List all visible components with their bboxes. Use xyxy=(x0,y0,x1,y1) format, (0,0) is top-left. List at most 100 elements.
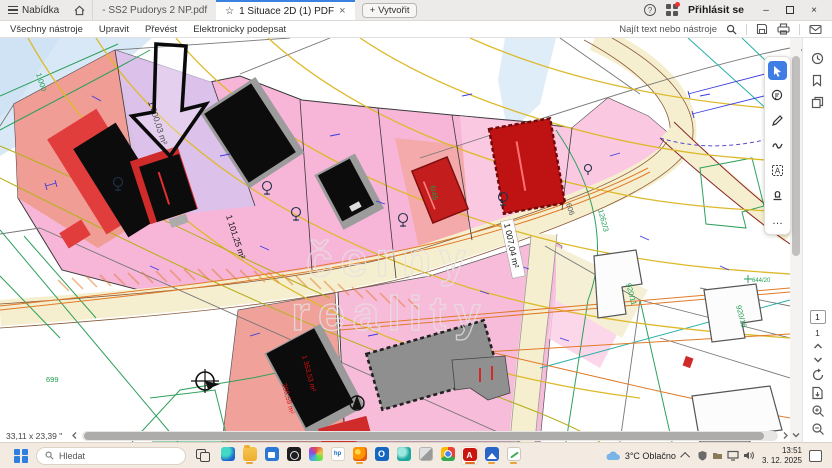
pages-icon[interactable] xyxy=(811,96,824,109)
taskbar-app-chrome[interactable] xyxy=(439,446,456,465)
horizontal-scrollbar-track[interactable] xyxy=(82,431,778,441)
clock[interactable]: 13:51 3. 12. 2025 xyxy=(762,446,802,464)
taskbar-app-outlook[interactable]: O xyxy=(373,446,390,465)
taskbar-app-firefox[interactable] xyxy=(351,446,368,465)
tab-situace-active[interactable]: ☆ 1 Situace 2D (1) PDF × xyxy=(216,0,354,20)
quick-tools-palette: A … xyxy=(764,56,791,235)
convert-menu[interactable]: Převést xyxy=(145,24,177,35)
create-button[interactable]: + Vytvořit xyxy=(362,3,418,18)
help-button[interactable]: ? xyxy=(644,4,656,16)
cursor-icon xyxy=(772,65,783,77)
export-page-icon[interactable] xyxy=(811,386,824,400)
mail-share-icon[interactable] xyxy=(809,24,822,35)
hamburger-icon xyxy=(8,6,18,14)
stamp-tool-button[interactable] xyxy=(768,186,787,205)
menu-button[interactable]: Nabídka xyxy=(0,0,67,20)
more-tools-button[interactable]: … xyxy=(768,211,787,230)
window-maximize-button[interactable] xyxy=(778,0,802,20)
select-tool-button[interactable] xyxy=(768,61,787,80)
taskbar-app-pen[interactable] xyxy=(505,446,522,465)
next-page-icon[interactable] xyxy=(812,355,824,364)
tray-expand-icon[interactable] xyxy=(680,452,690,462)
taskbar-app-dark[interactable] xyxy=(285,446,302,465)
star-icon[interactable]: ☆ xyxy=(225,6,234,17)
pen-app-icon xyxy=(507,447,521,461)
tab-label: - SS2 Pudorys 2 NP.pdf xyxy=(102,5,207,16)
vertical-scrollbar-thumb[interactable] xyxy=(792,56,800,256)
print-icon[interactable] xyxy=(777,23,790,35)
bookmark-icon[interactable] xyxy=(811,74,823,87)
taskbar-app-explorer[interactable] xyxy=(241,446,258,465)
notification-center-icon[interactable] xyxy=(809,450,822,462)
weather-widget[interactable]: 3°C Oblačno xyxy=(605,450,676,461)
taskbar-app-hp[interactable]: hp xyxy=(329,446,346,465)
tab-close-icon[interactable]: × xyxy=(339,5,345,17)
taskbar-app-colorful[interactable] xyxy=(307,446,324,465)
zoom-in-icon[interactable] xyxy=(811,404,825,418)
text-box-tool-button[interactable]: A xyxy=(768,161,787,180)
find-label[interactable]: Najít text nebo nástroje xyxy=(619,24,717,35)
previous-page-icon[interactable] xyxy=(812,342,824,351)
store-icon xyxy=(265,447,279,461)
tray-folder-icon[interactable] xyxy=(712,450,723,461)
create-label: Vytvořit xyxy=(378,5,409,16)
time-label: 13:51 xyxy=(762,446,802,455)
taskbar-app-edge[interactable] xyxy=(219,446,236,465)
tray-shield-icon[interactable] xyxy=(697,450,708,461)
svg-text:reality: reality xyxy=(291,288,488,341)
windows-taskbar: Hledat hp O A 3°C Oblačno 13:51 3. xyxy=(0,442,832,468)
page-size-label: 33,11 x 23,39 " xyxy=(0,431,68,441)
home-icon xyxy=(74,5,85,16)
search-icon xyxy=(45,451,54,460)
sign-in-button[interactable]: Přihlásit se xyxy=(688,4,744,16)
scroll-left-icon[interactable] xyxy=(70,431,79,440)
tray-display-icon[interactable] xyxy=(727,450,739,461)
menu-label: Nabídka xyxy=(22,5,59,16)
esign-menu[interactable]: Elektronicky podepsat xyxy=(193,24,286,35)
system-tray xyxy=(697,450,755,461)
taskbar-app-acrobat[interactable]: A xyxy=(461,446,478,465)
search-icon[interactable] xyxy=(726,24,737,35)
taskbar-app-photos[interactable] xyxy=(483,446,500,465)
zoom-out-icon[interactable] xyxy=(811,422,825,436)
recent-files-icon[interactable] xyxy=(811,52,824,65)
task-view-button[interactable] xyxy=(196,449,211,462)
comment-tool-button[interactable] xyxy=(768,86,787,105)
start-button[interactable] xyxy=(14,449,28,463)
tab-pudorys[interactable]: - SS2 Pudorys 2 NP.pdf xyxy=(93,0,216,20)
parcel-number: 644/20 xyxy=(752,278,771,284)
taskbar-app-gray[interactable] xyxy=(417,446,434,465)
pdf-page-canvas[interactable]: 1 000,03 m² 1 101,25 m² 1 007,04 m² 1 35… xyxy=(0,38,790,442)
hp-icon: hp xyxy=(331,447,345,461)
rotate-icon[interactable] xyxy=(811,368,825,382)
plus-icon: + xyxy=(370,5,376,16)
vertical-scrollbar[interactable] xyxy=(790,38,802,442)
acrobat-icon: A xyxy=(463,448,477,461)
scroll-right-icon[interactable] xyxy=(781,431,790,440)
site-plan-drawing: 1 000,03 m² 1 101,25 m² 1 007,04 m² 1 35… xyxy=(0,38,790,442)
window-close-button[interactable]: × xyxy=(802,0,826,20)
file-explorer-icon xyxy=(243,447,257,461)
apps-grid-button[interactable] xyxy=(666,4,678,16)
tray-volume-icon[interactable] xyxy=(743,450,755,461)
edit-menu[interactable]: Upravit xyxy=(99,24,129,35)
right-rail: 1 1 xyxy=(802,38,832,442)
pencil-icon xyxy=(771,114,784,127)
taskbar-search[interactable]: Hledat xyxy=(36,447,186,465)
horizontal-scrollbar-thumb[interactable] xyxy=(84,432,764,440)
gray-app-icon xyxy=(419,447,433,461)
pencil-tool-button[interactable] xyxy=(768,111,787,130)
draw-tool-button[interactable] xyxy=(768,136,787,155)
all-tools-menu[interactable]: Všechny nástroje xyxy=(10,24,83,35)
window-minimize-button[interactable]: – xyxy=(754,0,778,20)
maximize-icon xyxy=(786,6,794,14)
home-button[interactable] xyxy=(67,0,93,20)
chrome-icon xyxy=(441,447,455,461)
page-number-input[interactable]: 1 xyxy=(810,310,826,324)
save-icon[interactable] xyxy=(756,23,768,35)
horizontal-scrollbar[interactable]: 33,11 x 23,39 " xyxy=(0,429,790,442)
taskbar-app-store[interactable] xyxy=(263,446,280,465)
taskbar-app-teal[interactable] xyxy=(395,446,412,465)
weather-label: 3°C Oblačno xyxy=(625,451,676,461)
scroll-down-icon[interactable] xyxy=(791,430,801,440)
